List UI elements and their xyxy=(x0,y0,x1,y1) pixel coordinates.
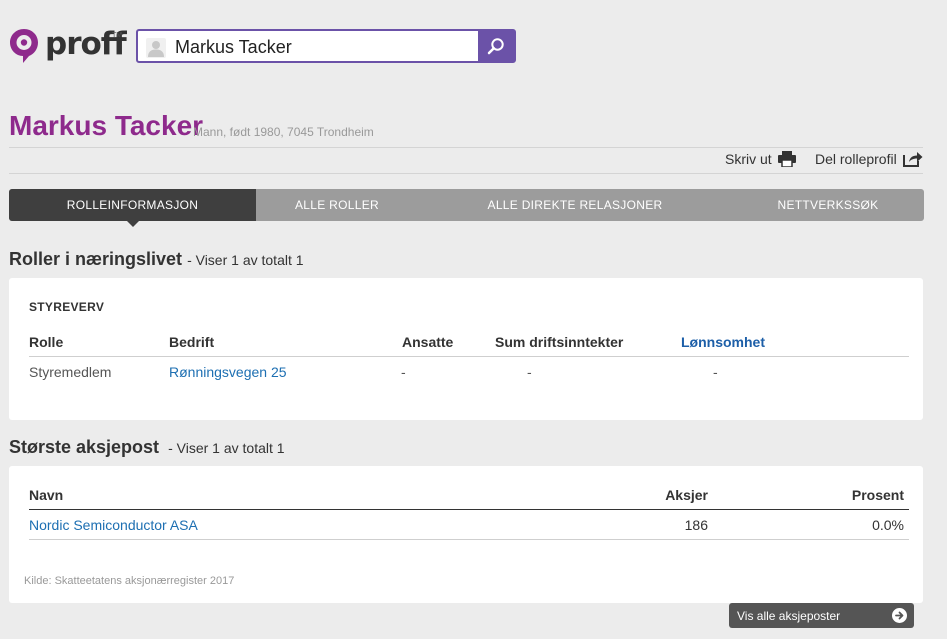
share-label: Del rolleprofil xyxy=(815,151,897,167)
person-icon xyxy=(146,38,166,58)
roles-count: - Viser 1 av totalt 1 xyxy=(187,252,304,268)
roles-title: Roller i næringslivet xyxy=(9,249,183,269)
tab-alle-direkte-relasjoner[interactable]: ALLE DIREKTE RELASJONER xyxy=(418,189,732,221)
share-icon xyxy=(902,152,923,167)
source-note: Kilde: Skatteetatens aksjonærregister 20… xyxy=(24,575,235,587)
cell-ansatte: - xyxy=(401,364,406,380)
col-header-prosent[interactable]: Prosent xyxy=(852,487,904,503)
print-label: Skriv ut xyxy=(725,151,772,167)
print-button[interactable]: Skriv ut xyxy=(725,151,796,167)
tab-label: ROLLEINFORMASJON xyxy=(66,198,199,212)
printer-icon xyxy=(777,151,796,167)
roles-card: STYREVERV Rolle Bedrift Ansatte Sum drif… xyxy=(9,278,923,420)
header-rule xyxy=(29,509,909,510)
show-all-shares-button[interactable]: Vis alle aksjeposter xyxy=(729,603,914,628)
roles-section-title: Roller i næringslivet - Viser 1 av total… xyxy=(9,249,304,270)
share-profile-button[interactable]: Del rolleprofil xyxy=(815,151,923,167)
cell-sum-driftsinntekter: - xyxy=(527,364,532,380)
search-button[interactable] xyxy=(478,31,514,61)
proff-logo-mark xyxy=(10,29,38,63)
col-header-aksjer[interactable]: Aksjer xyxy=(665,487,708,503)
company-link[interactable]: Nordic Semiconductor ASA xyxy=(29,517,198,533)
header-rule xyxy=(29,356,909,357)
show-all-label: Vis alle aksjeposter xyxy=(737,608,841,623)
proff-logo[interactable]: proff TM xyxy=(9,26,127,68)
col-header-lonnsomhet[interactable]: Lønnsomhet xyxy=(681,334,765,350)
divider xyxy=(9,173,923,174)
tab-label: ALLE ROLLER xyxy=(294,198,379,212)
tab-bar: ROLLEINFORMASJON ALLE ROLLER ALLE DIREKT… xyxy=(9,189,924,227)
col-header-rolle[interactable]: Rolle xyxy=(29,334,63,350)
row-rule xyxy=(29,539,909,540)
page-title: Markus Tacker xyxy=(9,110,204,141)
tab-nettverkssok[interactable]: NETTVERKSSØK xyxy=(732,189,924,221)
arrow-right-circle-icon xyxy=(892,608,907,623)
tab-label: NETTVERKSSØK xyxy=(777,198,879,212)
role-kind-label: STYREVERV xyxy=(29,300,105,314)
shares-count: - Viser 1 av totalt 1 xyxy=(168,440,285,456)
shares-title: Største aksjepost xyxy=(9,437,160,457)
shares-section-title: Største aksjepost - Viser 1 av totalt 1 xyxy=(9,437,285,458)
cell-lonnsomhet: - xyxy=(713,364,718,380)
cell-prosent: 0.0% xyxy=(872,517,904,533)
tab-label: ALLE DIREKTE RELASJONER xyxy=(487,198,663,212)
cell-rolle: Styremedlem xyxy=(29,364,112,380)
trademark: TM xyxy=(112,32,123,39)
tab-rolleinformasjon[interactable]: ROLLEINFORMASJON xyxy=(9,189,256,227)
search-box xyxy=(136,29,516,63)
search-icon xyxy=(487,38,504,55)
col-header-sum-driftsinntekter[interactable]: Sum driftsinntekter xyxy=(495,334,623,350)
search-input[interactable] xyxy=(175,35,475,59)
col-header-ansatte[interactable]: Ansatte xyxy=(402,334,453,350)
cell-aksjer: 186 xyxy=(684,517,708,533)
col-header-navn[interactable]: Navn xyxy=(29,487,63,503)
person-info: Mann, født 1980, 7045 Trondheim xyxy=(193,125,374,139)
tab-alle-roller[interactable]: ALLE ROLLER xyxy=(256,189,418,221)
divider xyxy=(9,147,923,148)
col-header-bedrift[interactable]: Bedrift xyxy=(169,334,214,350)
company-link[interactable]: Rønningsvegen 25 xyxy=(169,364,287,380)
shares-card: Navn Aksjer Prosent Nordic Semiconductor… xyxy=(9,466,923,603)
